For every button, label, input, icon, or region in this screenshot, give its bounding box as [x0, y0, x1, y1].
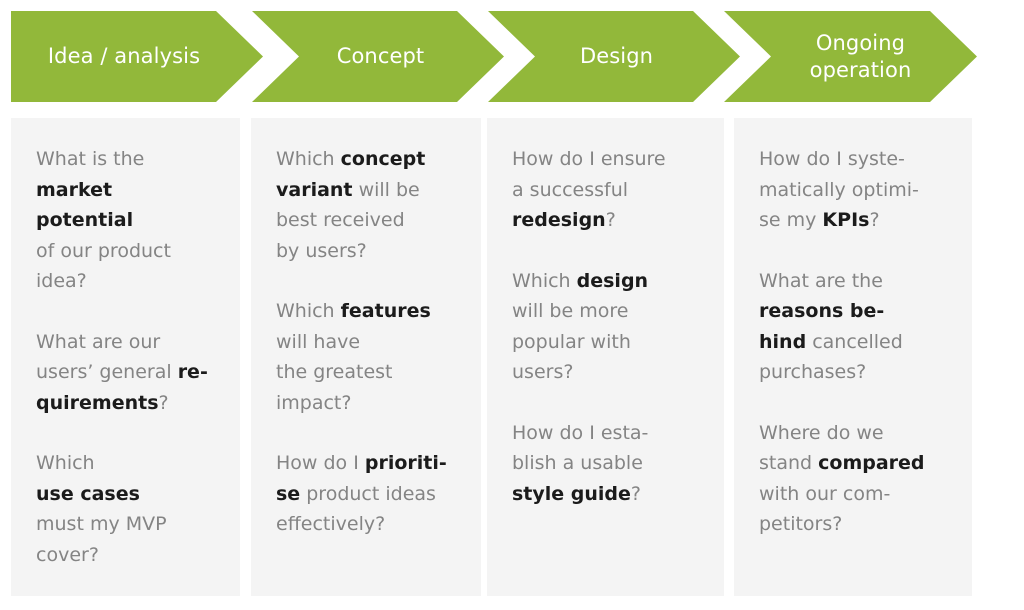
- question-highlight: design: [576, 269, 649, 292]
- question-highlight: features: [340, 300, 431, 322]
- question-panel-row: What is the market potential of our product…: [0, 118, 1024, 596]
- question-text: Which concept variant will be best receive…: [276, 148, 426, 262]
- question-highlight: re-quirements: [36, 361, 208, 414]
- question-panel-concept: Which concept variant will be best receive…: [251, 118, 481, 596]
- question-highlight: style guide: [512, 482, 631, 505]
- phase-arrow-ongoing-operation[interactable]: Ongoing operation: [724, 11, 977, 102]
- phase-label: Ongoing operation: [809, 30, 912, 82]
- question-highlight: market potential: [36, 178, 134, 232]
- question-highlight: compared: [818, 452, 925, 474]
- question-text: What are the reasons be-hind cancelled pur…: [759, 269, 903, 384]
- question-panel-design: How do I ensure a successful redesign? Whic…: [487, 118, 724, 596]
- phase-label: Design: [579, 44, 654, 68]
- question-highlight: concept variant: [276, 148, 426, 201]
- question-panel-idea-analysis: What is the market potential of our product…: [11, 118, 240, 596]
- question-panel-ongoing-operation: How do I syste-matically optimi-se my KP…: [734, 118, 972, 596]
- question-text: Which use cases must my MVP cover?: [36, 452, 167, 566]
- question-highlight: prioriti-se: [276, 452, 447, 505]
- question-highlight: reasons be-hind: [759, 300, 885, 353]
- phase-arrow-idea-analysis[interactable]: Idea / analysis: [11, 11, 263, 102]
- question-text: How do I esta-blish a usable style guide?: [512, 421, 649, 505]
- question-text: Where do we stand compared with our com-pe…: [759, 421, 925, 536]
- question-text: What are our users’ general re-quirements…: [36, 330, 208, 414]
- question-text: Which design will be more popular with user…: [512, 269, 649, 384]
- question-highlight: KPIs: [822, 209, 870, 231]
- question-text: How do I syste-matically optimi-se my KP…: [759, 148, 919, 231]
- question-text: What is the market potential of our product…: [36, 148, 171, 292]
- process-phase-diagram: Idea / analysis Concept Design Ongoing op…: [0, 0, 1024, 610]
- question-text: Which features will have the greatest impac…: [276, 300, 431, 414]
- phase-arrow-design[interactable]: Design: [488, 11, 740, 102]
- question-highlight: use cases: [36, 482, 140, 505]
- phase-arrow-concept[interactable]: Concept: [252, 11, 504, 102]
- question-highlight: redesign: [512, 209, 606, 231]
- phase-arrow-band: Idea / analysis Concept Design Ongoing op…: [0, 0, 1024, 112]
- phase-label: Idea / analysis: [47, 44, 201, 68]
- question-text: How do I ensure a successful redesign?: [512, 148, 666, 231]
- question-text: How do I prioriti-se product ideas effect…: [276, 452, 447, 535]
- phase-label: Concept: [336, 44, 425, 68]
